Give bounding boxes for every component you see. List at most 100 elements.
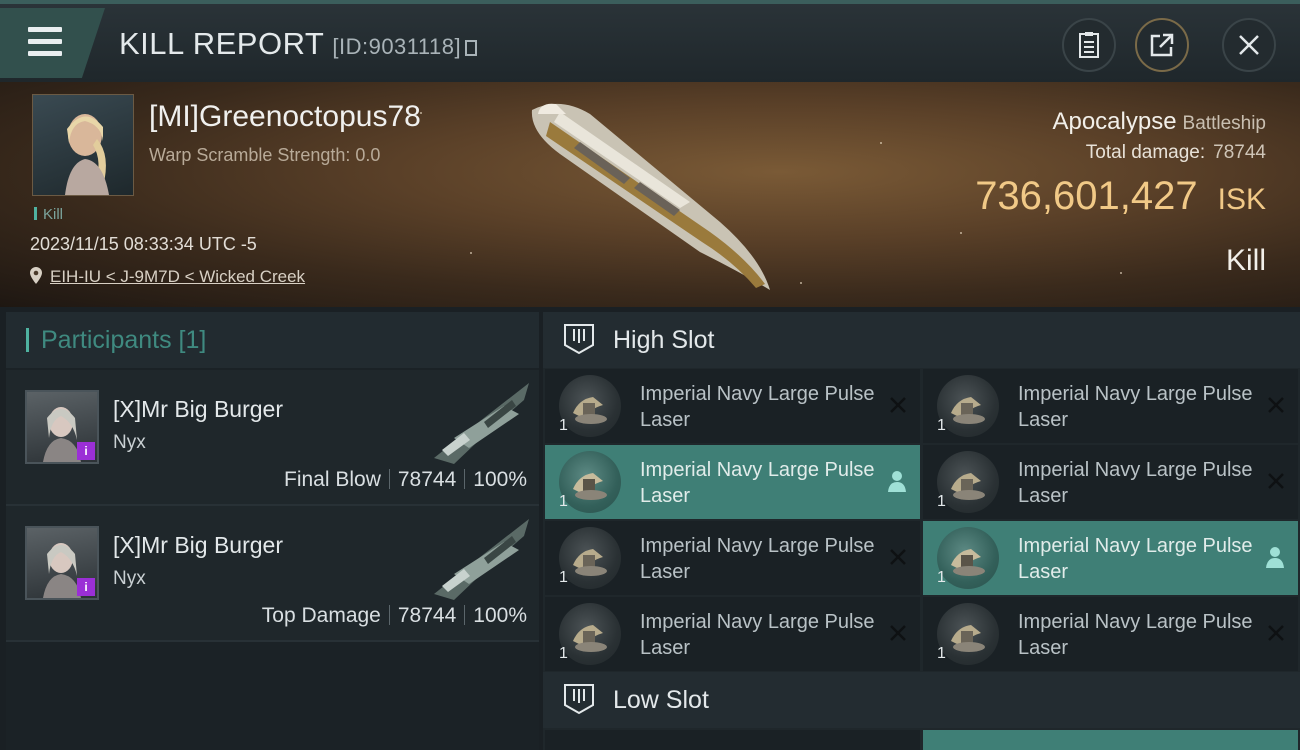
close-button[interactable] [1222,18,1276,72]
participant-ship: Nyx [113,568,146,589]
ship-class: Battleship [1182,113,1266,134]
laser-module-icon [937,603,999,665]
module-tile[interactable]: 1 Imperial Navy Large Pulse Laser [545,521,920,595]
participant-name[interactable]: [X]Mr Big Burger [113,532,283,559]
victim-banner: [MI]Greenoctopus78 Warp Scramble Strengt… [0,82,1300,307]
destroyed-icon [1268,397,1284,413]
module-name: Imperial Navy Large Pulse Laser [640,459,875,507]
laser-module-icon [937,527,999,589]
participants-panel: Participants [1] i [X]Mr Big Burger Nyx … [6,312,539,750]
separator [388,605,390,625]
destroyed-icon [1268,473,1284,489]
module-quantity: 1 [937,417,946,434]
participant-damage: 78744 [397,468,457,491]
star [960,232,962,234]
info-badge-icon: i [77,578,95,596]
star [470,252,472,254]
dropped-person-icon [1266,547,1284,568]
participant-role: Final Blow [284,468,381,491]
destroyed-icon [890,397,906,413]
high-slot-header: High Slot [543,312,1300,368]
separator [464,605,466,625]
participants-title: Participants [1] [41,326,207,354]
participant-percent: 100% [473,468,527,491]
separator [388,469,390,489]
module-name: Imperial Navy Large Pulse Laser [1018,611,1253,659]
module-quantity: 1 [559,493,568,510]
laser-module-icon [559,451,621,513]
menu-icon [28,27,62,32]
low-slot-header: Low Slot [543,672,1300,728]
menu-icon-bar [28,39,62,44]
report-id: [ID:9031118] [332,34,462,59]
copy-icon[interactable] [465,40,478,56]
participant-row[interactable]: i [X]Mr Big Burger Nyx Top Damage 78744 10… [6,506,539,642]
participant-avatar[interactable]: i [25,390,99,464]
isk-value: 736,601,427 ISK [975,174,1266,219]
participant-damage: 78744 [397,604,457,627]
dropped-person-icon [888,471,906,492]
laser-module-icon [937,451,999,513]
participant-percent: 100% [473,604,527,627]
laser-module-icon [937,375,999,437]
total-damage: Total damage: 78744 [1086,142,1266,164]
participant-stats: Final Blow 78744 100% [284,468,527,492]
page-title: KILL REPORT [ID:9031118] [119,26,478,62]
location-link[interactable]: EIH-IU < J-9M7D < Wicked Creek [50,267,305,286]
module-tile[interactable]: 1 Imperial Navy Large Pulse Laser [923,369,1298,443]
module-name: Imperial Navy Large Pulse Laser [640,535,875,583]
title-text: KILL REPORT [119,26,325,61]
high-slot-title: High Slot [613,326,715,354]
destroyed-icon [1268,625,1284,641]
participant-row[interactable]: i [X]Mr Big Burger Nyx Final Blow 78744 10… [6,370,539,506]
isk-unit: ISK [1217,183,1266,216]
module-name: Imperial Navy Large Pulse Laser [1018,459,1253,507]
menu-icon-bar [28,51,62,56]
module-tile[interactable] [545,730,920,750]
total-damage-value: 78744 [1213,142,1266,163]
share-button[interactable] [1135,18,1189,72]
module-name: Imperial Navy Large Pulse Laser [640,611,875,659]
participant-ship-image [434,519,529,600]
module-tile[interactable]: 1 Imperial Navy Large Pulse Laser [545,369,920,443]
kill-datetime: 2023/11/15 08:33:34 UTC -5 [30,234,257,254]
participant-avatar[interactable]: i [25,526,99,600]
top-bar: KILL REPORT [ID:9031118] [0,0,1300,82]
ship-name[interactable]: Apocalypse [1052,108,1176,135]
module-quantity: 1 [559,569,568,586]
module-tile[interactable]: 1 Imperial Navy Large Pulse Laser [545,597,920,671]
module-quantity: 1 [937,493,946,510]
module-quantity: 1 [559,417,568,434]
victim-ship-image [531,103,770,290]
info-badge-icon: i [77,442,95,460]
header-marker [26,328,29,352]
laser-module-icon [559,375,621,437]
fitting-panel: High Slot 1 Imperial Navy Large Pulse La… [543,312,1300,750]
module-tile[interactable]: 1 Imperial Navy Large Pulse Laser [923,445,1298,519]
star [880,142,882,144]
warp-scramble-strength: Warp Scramble Strength: 0.0 [149,145,381,165]
low-slot-title: Low Slot [613,686,709,714]
laser-module-icon [559,527,621,589]
module-tile[interactable] [923,730,1298,750]
module-tile[interactable]: 1 Imperial Navy Large Pulse Laser [923,597,1298,671]
portrait-image [65,114,109,195]
location-pin-icon [30,267,42,284]
kill-location[interactable]: EIH-IU < J-9M7D < Wicked Creek [30,267,305,287]
participant-role: Top Damage [261,604,381,627]
module-quantity: 1 [937,645,946,662]
module-tile[interactable]: 1 Imperial Navy Large Pulse Laser [545,445,920,519]
isk-amount: 736,601,427 [975,174,1198,218]
victim-portrait[interactable] [32,94,134,196]
module-tile[interactable]: 1 Imperial Navy Large Pulse Laser [923,521,1298,595]
menu-button[interactable] [0,8,105,78]
kill-result: Kill [1225,244,1266,277]
report-button[interactable] [1062,18,1116,72]
star [800,282,802,284]
victim-name[interactable]: [MI]Greenoctopus78 [149,100,421,134]
participant-name[interactable]: [X]Mr Big Burger [113,396,283,423]
module-quantity: 1 [559,645,568,662]
separator [464,469,466,489]
participants-header: Participants [1] [6,312,539,368]
module-name: Imperial Navy Large Pulse Laser [1018,383,1253,431]
